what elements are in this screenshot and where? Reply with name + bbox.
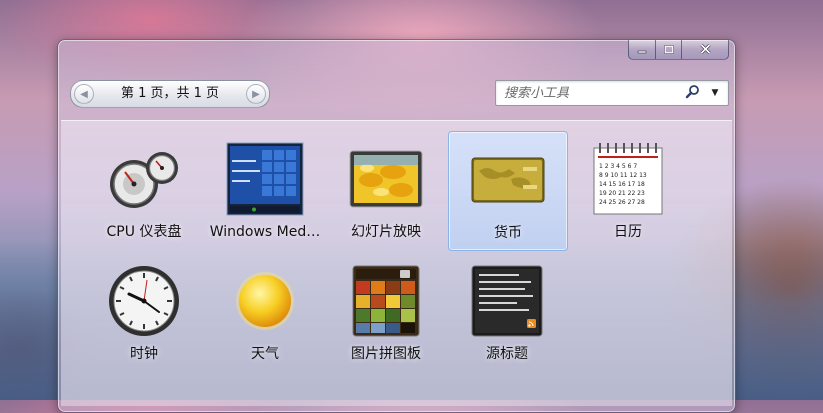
svg-text:8 9 10 11 12 13: 8 9 10 11 12 13 xyxy=(599,172,647,179)
minimize-button[interactable] xyxy=(628,40,656,60)
gadget-weather[interactable]: 天气 xyxy=(206,253,324,371)
svg-text:19 20 21 22 23: 19 20 21 22 23 xyxy=(599,190,645,197)
search-input[interactable] xyxy=(502,82,676,104)
gadget-currency[interactable]: 货币 xyxy=(448,131,568,251)
page-indicator: 第 1 页，共 1 页 xyxy=(120,86,220,101)
next-page-button[interactable]: ▶ xyxy=(246,84,266,104)
caption-buttons xyxy=(628,40,729,60)
picture-puzzle-icon xyxy=(327,259,445,343)
gadget-label: CPU 仪表盘 xyxy=(106,224,182,240)
previous-page-button[interactable]: ◀ xyxy=(74,84,94,104)
close-button[interactable] xyxy=(682,40,729,60)
svg-text:14 15 16 17 18: 14 15 16 17 18 xyxy=(599,181,645,188)
windows-media-center-icon xyxy=(206,137,324,221)
gadget-gallery-window: ◀ 第 1 页，共 1 页 ▶ ▼ xyxy=(57,39,736,413)
slideshow-icon xyxy=(327,137,445,221)
chevron-left-icon: ◀ xyxy=(80,88,88,100)
maximize-button[interactable] xyxy=(656,40,682,60)
maximize-icon xyxy=(663,43,674,57)
currency-icon xyxy=(449,138,567,222)
gadget-label: 天气 xyxy=(251,346,279,362)
gadget-label: 日历 xyxy=(614,224,642,240)
weather-sun-icon xyxy=(206,259,324,343)
calendar-icon: 1 2 3 4 5 6 7 8 9 10 11 12 13 14 15 16 1… xyxy=(569,137,687,221)
gadget-picture-puzzle[interactable]: 图片拼图板 xyxy=(327,253,445,371)
gadget-grid: CPU 仪表盘 Windows Med… 幻灯片放映 货币 1 2 3 4 5 … xyxy=(61,120,732,406)
gadget-windows-media-center[interactable]: Windows Med… xyxy=(206,131,324,249)
chevron-right-icon: ▶ xyxy=(252,88,260,100)
svg-text:1 2 3 4 5 6 7: 1 2 3 4 5 6 7 xyxy=(599,163,637,170)
chevron-down-icon: ▼ xyxy=(711,88,719,98)
search-icon xyxy=(685,84,700,103)
feed-headlines-icon xyxy=(448,259,566,343)
gadget-label: 图片拼图板 xyxy=(351,346,421,362)
search-box: ▼ xyxy=(495,80,729,106)
gadget-feed-headlines[interactable]: 源标题 xyxy=(448,253,566,371)
gadget-label: Windows Med… xyxy=(209,224,321,240)
svg-text:24 25 26 27 28: 24 25 26 27 28 xyxy=(599,199,645,206)
page-navigator: ◀ 第 1 页，共 1 页 ▶ xyxy=(70,80,270,108)
cpu-meter-icon xyxy=(85,137,203,221)
gadget-label: 时钟 xyxy=(130,346,158,362)
clock-icon xyxy=(85,259,203,343)
gadget-clock[interactable]: 时钟 xyxy=(85,253,203,371)
close-icon xyxy=(699,43,711,57)
gadget-label: 源标题 xyxy=(486,346,528,362)
minimize-icon xyxy=(637,43,647,57)
gadget-label: 幻灯片放映 xyxy=(351,224,421,240)
search-dropdown-button[interactable]: ▼ xyxy=(706,83,724,103)
gadget-slideshow[interactable]: 幻灯片放映 xyxy=(327,131,445,249)
gadget-calendar[interactable]: 1 2 3 4 5 6 7 8 9 10 11 12 13 14 15 16 1… xyxy=(569,131,687,249)
search-button[interactable] xyxy=(682,83,702,103)
gadget-label: 货币 xyxy=(494,225,522,241)
gadget-cpu-meter[interactable]: CPU 仪表盘 xyxy=(85,131,203,249)
